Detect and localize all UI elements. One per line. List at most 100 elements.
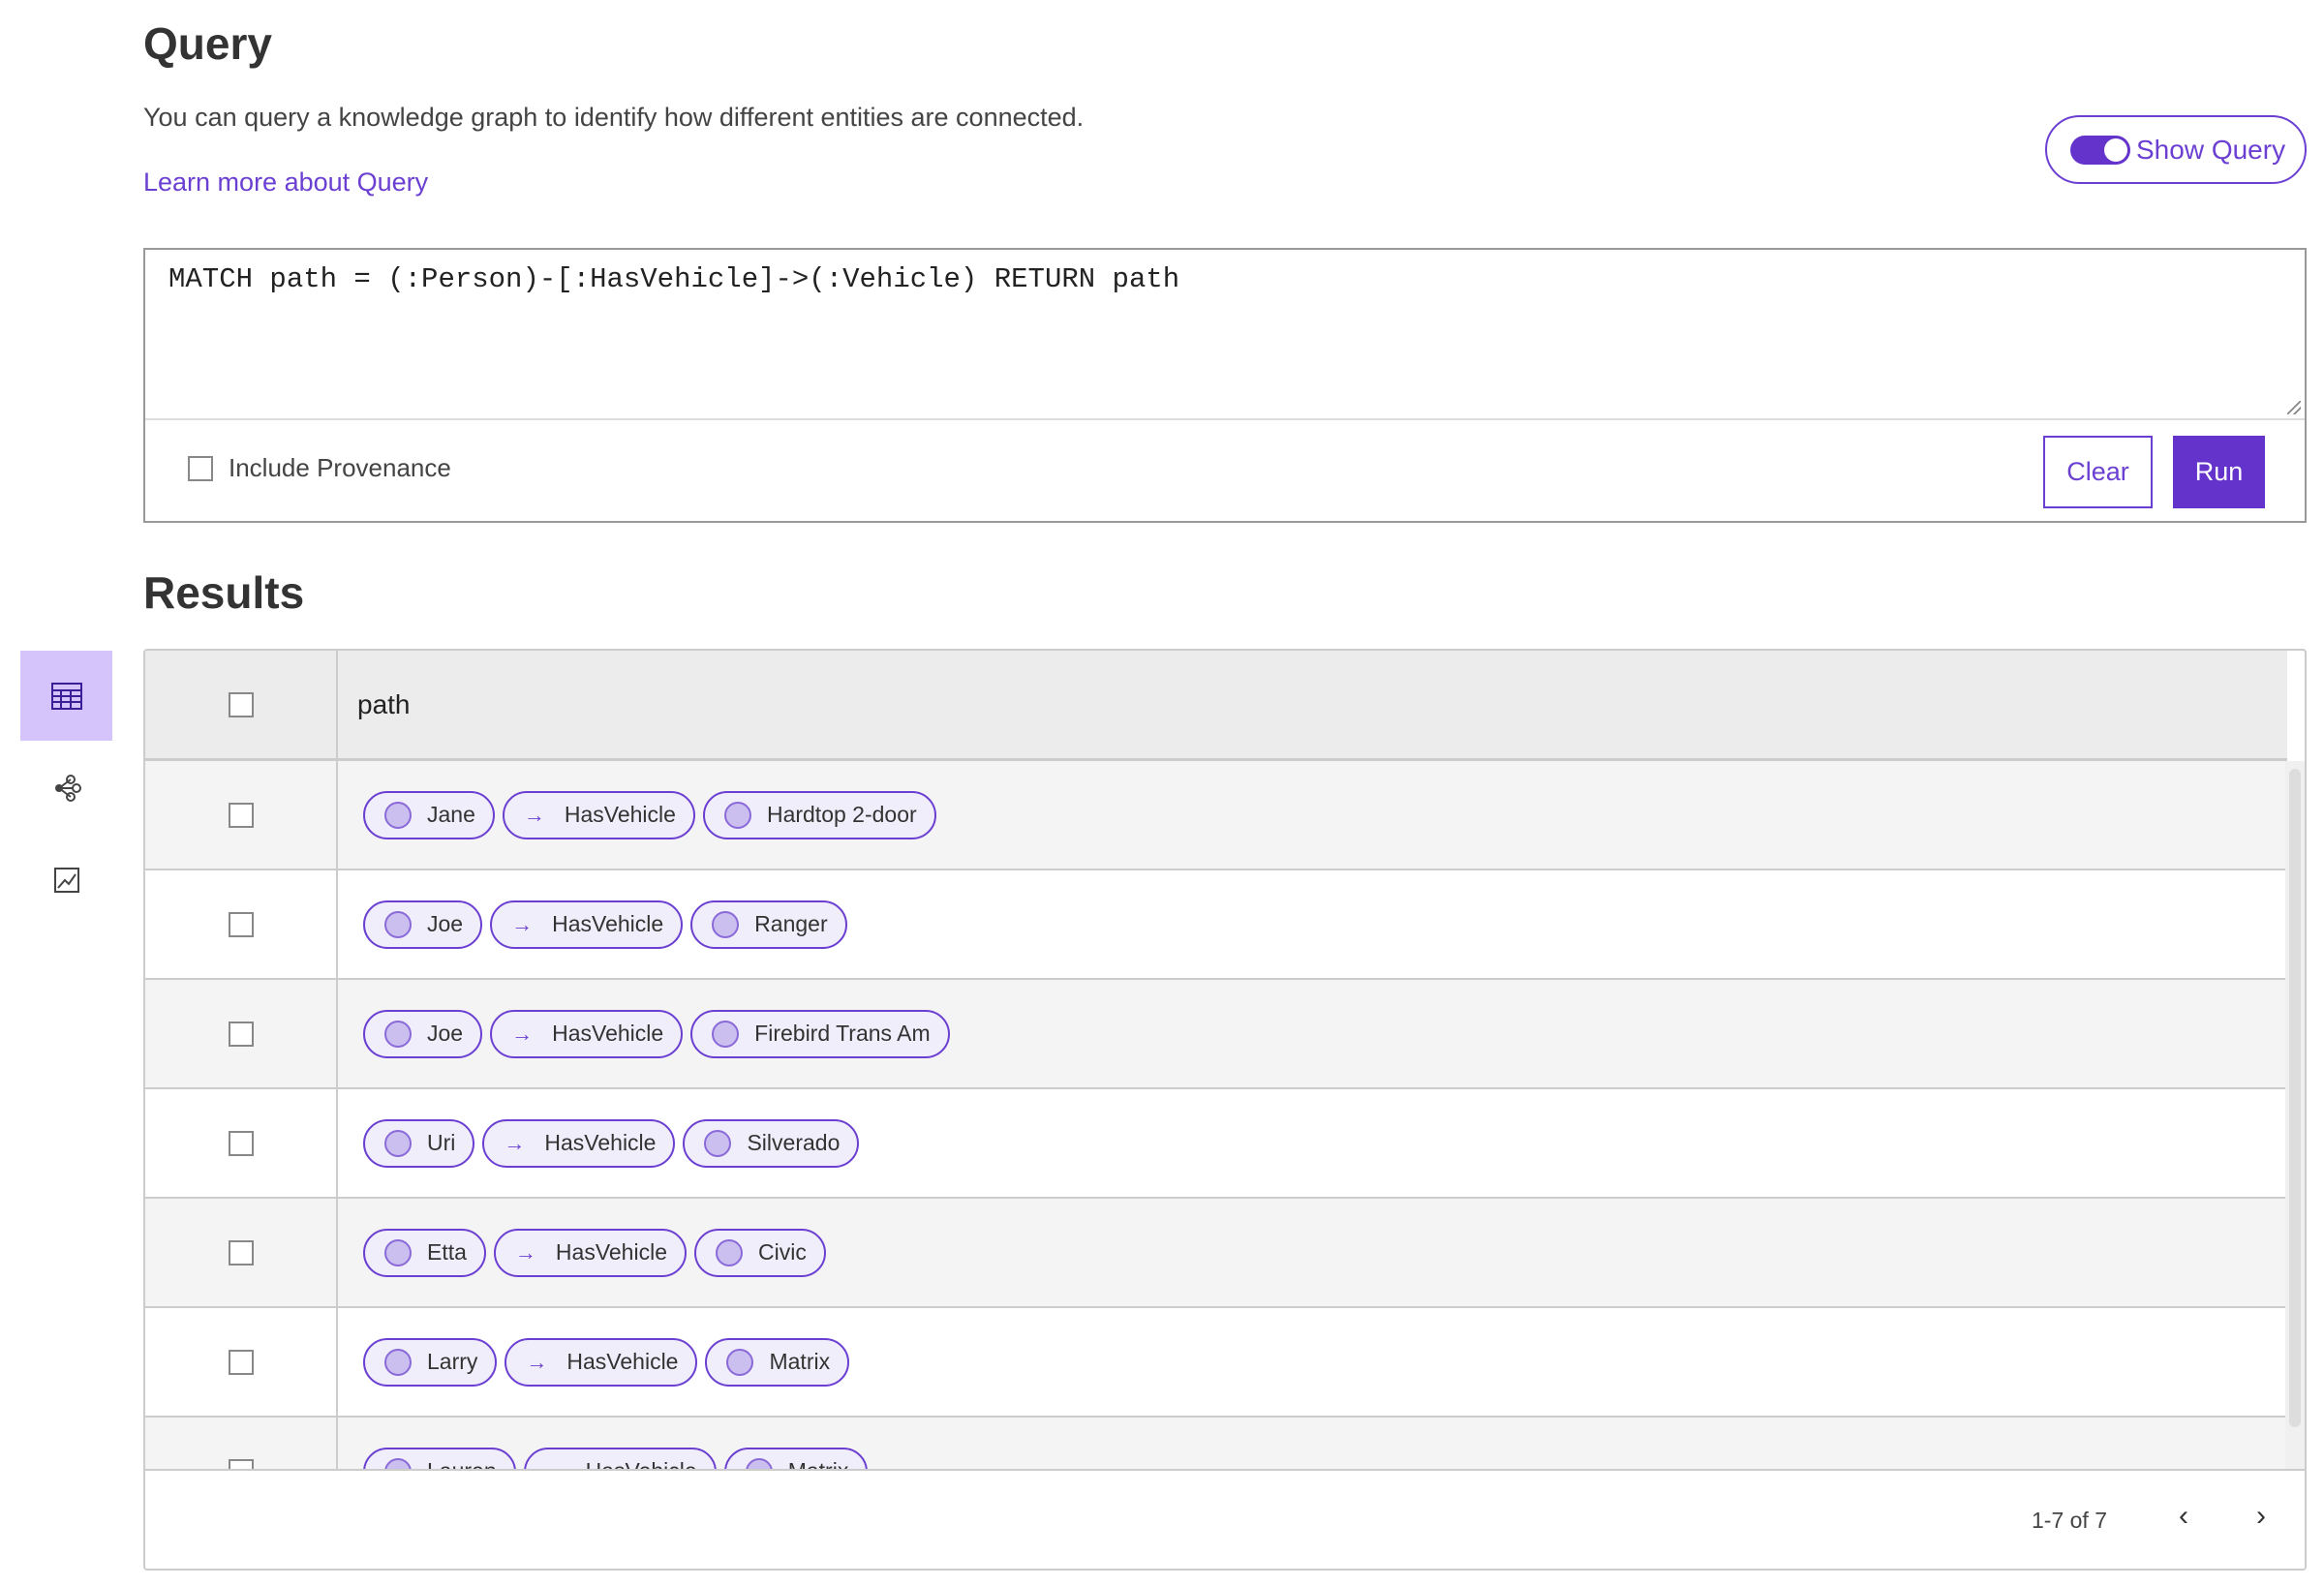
source-node-chip[interactable]: Lauren: [363, 1447, 516, 1469]
node-icon: [384, 1348, 412, 1376]
table-row[interactable]: Etta → HasVehicle Civic: [145, 1199, 2287, 1308]
target-label: Ranger: [754, 911, 828, 936]
graph-icon: [54, 774, 81, 802]
page-description: You can query a knowledge graph to ident…: [143, 103, 1085, 132]
source-label: Jane: [427, 802, 475, 827]
table-view-button[interactable]: [20, 651, 112, 741]
relation-label: HasVehicle: [555, 1239, 667, 1265]
scrollbar-thumb[interactable]: [2289, 769, 2301, 1427]
node-icon: [384, 801, 412, 829]
run-button[interactable]: Run: [2173, 436, 2265, 508]
target-node-chip[interactable]: Silverado: [683, 1118, 860, 1168]
relation-chip[interactable]: → HasVehicle: [502, 790, 695, 839]
chart-view-button[interactable]: [20, 835, 112, 925]
source-node-chip[interactable]: Etta: [363, 1228, 486, 1277]
toggle-switch[interactable]: [2070, 135, 2130, 165]
table-header: path: [145, 651, 2287, 761]
node-icon: [723, 801, 751, 829]
arrow-right-icon: →: [511, 911, 534, 936]
source-node-chip[interactable]: Joe: [363, 900, 483, 949]
table-body: Jane → HasVehicle Hardtop 2-door Joe → Has…: [145, 761, 2287, 1469]
table-row[interactable]: Uri → HasVehicle Silverado: [145, 1089, 2287, 1199]
node-icon: [384, 1238, 412, 1266]
node-icon: [726, 1348, 754, 1376]
resize-handle[interactable]: [2287, 401, 2301, 414]
results-title: Results: [143, 567, 305, 618]
node-icon: [384, 1020, 412, 1048]
target-node-chip[interactable]: Matrix: [723, 1447, 869, 1469]
target-label: Hardtop 2-door: [766, 802, 917, 827]
node-icon: [384, 1129, 412, 1157]
include-provenance-checkbox[interactable]: Include Provenance: [188, 453, 451, 483]
target-node-chip[interactable]: Civic: [694, 1228, 826, 1277]
relation-chip[interactable]: → HasVehicle: [505, 1337, 698, 1387]
table-row[interactable]: Joe → HasVehicle Ranger: [145, 870, 2287, 980]
row-checkbox[interactable]: [228, 1130, 254, 1156]
arrow-right-icon: →: [523, 802, 545, 827]
source-label: Uri: [427, 1130, 456, 1155]
target-node-chip[interactable]: Firebird Trans Am: [690, 1009, 950, 1058]
learn-more-link[interactable]: Learn more about Query: [143, 168, 428, 198]
prev-page-button[interactable]: ‹: [2179, 1500, 2188, 1533]
source-node-chip[interactable]: Jane: [363, 790, 495, 839]
arrow-right-icon: →: [526, 1349, 548, 1374]
chart-icon: [53, 867, 79, 893]
row-checkbox[interactable]: [228, 1021, 254, 1047]
relation-chip[interactable]: → HasVehicle: [493, 1228, 687, 1277]
source-node-chip[interactable]: Joe: [363, 1009, 483, 1058]
show-query-label: Show Query: [2136, 134, 2286, 165]
scrollbar[interactable]: [2285, 761, 2305, 1469]
target-label: Firebird Trans Am: [754, 1021, 931, 1046]
node-icon: [712, 1020, 740, 1048]
clear-button[interactable]: Clear: [2043, 436, 2153, 508]
table-row[interactable]: Joe → HasVehicle Firebird Trans Am: [145, 980, 2287, 1089]
select-all-checkbox[interactable]: [228, 691, 254, 717]
relation-chip[interactable]: → HasVehicle: [523, 1447, 717, 1470]
relation-label: HasVehicle: [552, 1021, 664, 1046]
source-node-chip[interactable]: Larry: [363, 1337, 498, 1387]
source-node-chip[interactable]: Uri: [363, 1118, 475, 1168]
row-checkbox[interactable]: [228, 911, 254, 937]
next-page-button[interactable]: ›: [2256, 1500, 2266, 1533]
show-query-toggle[interactable]: Show Query: [2045, 115, 2307, 184]
target-label: Matrix: [788, 1458, 849, 1469]
relation-label: HasVehicle: [564, 802, 676, 827]
table-row[interactable]: Lauren → HasVehicle Matrix: [145, 1418, 2287, 1469]
column-header-path[interactable]: path: [338, 651, 2287, 758]
target-label: Matrix: [769, 1349, 831, 1374]
relation-label: HasVehicle: [586, 1458, 697, 1469]
relation-chip[interactable]: → HasVehicle: [490, 1009, 684, 1058]
row-checkbox[interactable]: [228, 1349, 254, 1375]
node-icon: [745, 1457, 773, 1469]
arrow-right-icon: →: [504, 1130, 526, 1155]
source-label: Etta: [427, 1239, 467, 1265]
page-title: Query: [143, 18, 272, 69]
pagination-range: 1-7 of 7: [2032, 1508, 2107, 1533]
query-text: MATCH path = (:Person)-[:HasVehicle]->(:…: [168, 263, 1180, 295]
target-node-chip[interactable]: Matrix: [705, 1337, 850, 1387]
table-icon: [50, 682, 82, 710]
row-checkbox[interactable]: [228, 1239, 254, 1266]
arrow-right-icon: →: [514, 1239, 536, 1265]
source-label: Lauren: [427, 1458, 497, 1469]
relation-chip[interactable]: → HasVehicle: [490, 900, 684, 949]
target-node-chip[interactable]: Ranger: [690, 900, 847, 949]
node-icon: [384, 1457, 412, 1469]
query-panel: MATCH path = (:Person)-[:HasVehicle]->(:…: [143, 248, 2307, 523]
target-node-chip[interactable]: Hardtop 2-door: [702, 790, 936, 839]
relation-chip[interactable]: → HasVehicle: [482, 1118, 676, 1168]
node-icon: [716, 1238, 743, 1266]
table-row[interactable]: Jane → HasVehicle Hardtop 2-door: [145, 761, 2287, 870]
include-provenance-label: Include Provenance: [229, 453, 451, 482]
graph-view-button[interactable]: [20, 743, 112, 833]
query-input[interactable]: MATCH path = (:Person)-[:HasVehicle]->(:…: [145, 250, 2305, 420]
row-checkbox[interactable]: [228, 1458, 254, 1469]
row-checkbox[interactable]: [228, 802, 254, 828]
node-icon: [712, 910, 740, 938]
table-row[interactable]: Larry → HasVehicle Matrix: [145, 1308, 2287, 1418]
arrow-right-icon: →: [545, 1459, 566, 1470]
checkbox[interactable]: [188, 455, 213, 481]
source-label: Joe: [427, 911, 464, 936]
arrow-right-icon: →: [511, 1021, 534, 1046]
source-label: Larry: [427, 1349, 478, 1374]
